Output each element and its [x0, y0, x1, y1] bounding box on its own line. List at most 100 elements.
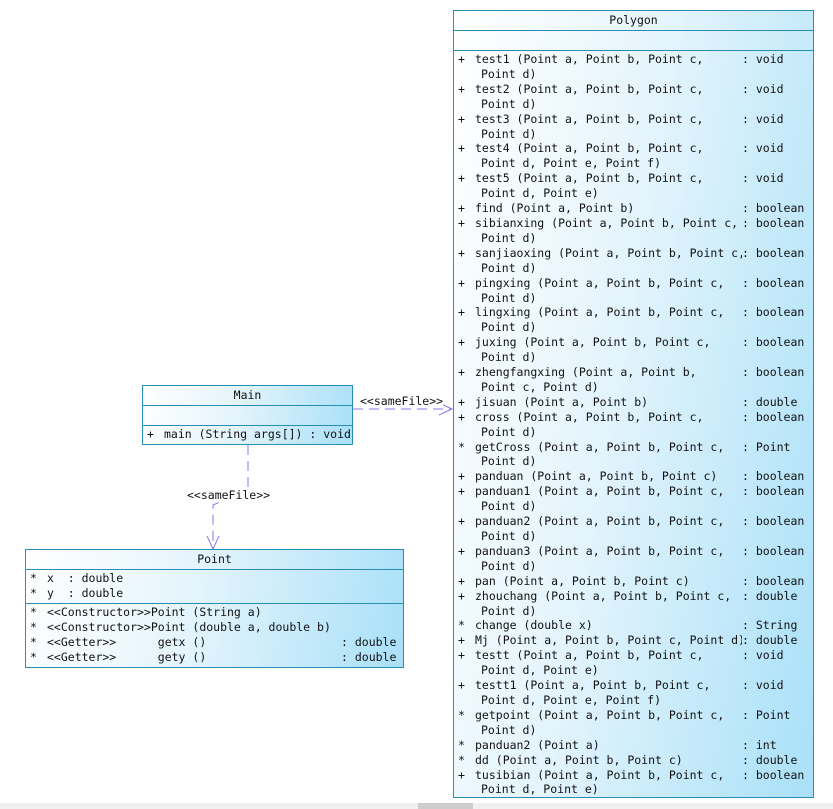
operation-row[interactable]: + test1 (Point a, Point b, Point c, Point …: [454, 52, 813, 82]
visibility-marker: *: [458, 618, 465, 633]
operation-row[interactable]: * <<Constructor>>Point (double a, double …: [26, 620, 403, 635]
return-type: : boolean: [742, 201, 805, 216]
scrollbar-thumb[interactable]: [418, 803, 473, 809]
signature-line: <<Constructor>>Point (String a): [47, 604, 262, 619]
operation-row[interactable]: + test2 (Point a, Point b, Point c, Point …: [454, 82, 813, 112]
operation-signature: zhengfangxing (Point a, Point b, Point c,…: [475, 365, 742, 395]
operation-signature: getpoint (Point a, Point b, Point c, Poin…: [475, 708, 742, 738]
operation-row[interactable]: + sanjiaoxing (Point a, Point b, Point c,…: [454, 246, 813, 276]
operation-row[interactable]: + lingxing (Point a, Point b, Point c, Poi…: [454, 305, 813, 335]
visibility-marker: *: [458, 737, 465, 752]
visibility-marker: +: [458, 81, 465, 96]
operation-row[interactable]: + find (Point a, Point b): boolean: [454, 201, 813, 216]
visibility-marker: *: [30, 585, 37, 600]
signature-line: Point d): [481, 290, 537, 305]
signature-line: <<Getter>> gety (): [47, 649, 207, 664]
return-type: : double: [742, 588, 798, 603]
operation-row[interactable]: + zhengfangxing (Point a, Point b, Point c…: [454, 365, 813, 395]
return-type: : boolean: [742, 245, 805, 260]
operation-row[interactable]: * dd (Point a, Point b, Point c): double: [454, 753, 813, 768]
operation-row[interactable]: + Mj (Point a, Point b, Point c, Point d)…: [454, 633, 813, 648]
operation-signature: panduan1 (Point a, Point b, Point c, Poin…: [475, 484, 742, 514]
class-point-title: Point: [26, 550, 403, 570]
operation-row[interactable]: + pingxing (Point a, Point b, Point c, Poi…: [454, 276, 813, 306]
class-point[interactable]: Point * x : double * y : double * <<Construc…: [25, 549, 404, 668]
return-type: : void: [742, 111, 784, 126]
return-type: : boolean: [742, 215, 805, 230]
operation-signature: test5 (Point a, Point b, Point c, Point d…: [475, 171, 742, 201]
operation-row[interactable]: + test5 (Point a, Point b, Point c, Point …: [454, 171, 813, 201]
return-type: : void: [742, 52, 784, 66]
operation-signature: cross (Point a, Point b, Point c, Point d…: [475, 410, 742, 440]
operation-signature: sanjiaoxing (Point a, Point b, Point c, P…: [475, 246, 742, 276]
operation-row[interactable]: + test3 (Point a, Point b, Point c, Point …: [454, 112, 813, 142]
visibility-marker: +: [458, 215, 465, 230]
operation-signature: pan (Point a, Point b, Point c): [475, 574, 742, 589]
operation-row[interactable]: + zhouchang (Point a, Point b, Point c, Po…: [454, 589, 813, 619]
signature-line: change (double x): [475, 618, 593, 633]
return-type: : int: [742, 737, 777, 752]
operation-row[interactable]: * getpoint (Point a, Point b, Point c, Poi…: [454, 708, 813, 738]
return-type: : Point: [742, 707, 791, 722]
operation-row[interactable]: * <<Getter>> gety (): double: [26, 650, 403, 665]
operation-row[interactable]: + testt1 (Point a, Point b, Point c, Point…: [454, 678, 813, 708]
attribute-row[interactable]: * y : double: [26, 586, 403, 601]
operation-signature: Mj (Point a, Point b, Point c, Point d): [475, 633, 742, 648]
operation-row[interactable]: * panduan2 (Point a): int: [454, 738, 813, 753]
class-main-operations: + main (String args[]) : void: [143, 426, 352, 442]
operation-row[interactable]: + jisuan (Point a, Point b): double: [454, 395, 813, 410]
signature-line: lingxing (Point a, Point b, Point c,: [475, 305, 725, 320]
signature-line: x : double: [47, 571, 124, 585]
operation-row[interactable]: + test4 (Point a, Point b, Point c, Point …: [454, 141, 813, 171]
return-type: : boolean: [742, 275, 805, 290]
return-type: : boolean: [742, 514, 805, 529]
operation-signature: find (Point a, Point b): [475, 201, 742, 216]
operation-row[interactable]: + panduan (Point a, Point b, Point c): bo…: [454, 469, 813, 484]
operation-row[interactable]: + cross (Point a, Point b, Point c, Point …: [454, 410, 813, 440]
class-main[interactable]: Main + main (String args[]) : void: [142, 385, 353, 445]
operation-row[interactable]: + panduan2 (Point a, Point b, Point c, Poi…: [454, 514, 813, 544]
operation-row[interactable]: * <<Getter>> getx (): double: [26, 635, 403, 650]
signature-line: Point d, Point e): [481, 663, 599, 678]
dependency-main-point-arrowhead: [206, 535, 220, 551]
operation-signature: getCross (Point a, Point b, Point c, Poin…: [475, 440, 742, 470]
operation-row[interactable]: + testt (Point a, Point b, Point c, Point …: [454, 648, 813, 678]
class-point-attributes: * x : double * y : double: [26, 570, 403, 604]
operation-row[interactable]: * <<Constructor>>Point (String a): [26, 605, 403, 620]
signature-line: Point d): [481, 499, 537, 514]
horizontal-scrollbar[interactable]: [0, 803, 833, 809]
operation-row[interactable]: + main (String args[]) : void: [143, 427, 352, 442]
operation-signature: pingxing (Point a, Point b, Point c, Poin…: [475, 276, 742, 306]
signature-line: find (Point a, Point b): [475, 201, 635, 216]
attribute-row[interactable]: * x : double: [26, 571, 403, 586]
operation-signature: sibianxing (Point a, Point b, Point c, Po…: [475, 216, 742, 246]
operation-row[interactable]: + tusibian (Point a, Point b, Point c, Poi…: [454, 768, 813, 798]
operation-row[interactable]: + panduan3 (Point a, Point b, Point c, Poi…: [454, 544, 813, 574]
operation-row[interactable]: * getCross (Point a, Point b, Point c, Poi…: [454, 440, 813, 470]
visibility-marker: *: [30, 619, 37, 634]
return-type: : boolean: [742, 767, 805, 782]
visibility-marker: +: [458, 543, 465, 558]
signature-line: testt1 (Point a, Point b, Point c,: [475, 678, 711, 693]
visibility-marker: *: [458, 707, 465, 722]
signature-line: Point d, Point e): [481, 186, 599, 201]
return-type: : String: [742, 618, 798, 633]
operation-signature: main (String args[]) : void: [164, 427, 352, 442]
operation-signature: zhouchang (Point a, Point b, Point c, Poi…: [475, 589, 742, 619]
signature-line: Point c, Point d): [481, 379, 599, 394]
signature-line: test2 (Point a, Point b, Point c,: [475, 81, 704, 96]
signature-line: tusibian (Point a, Point b, Point c,: [475, 767, 725, 782]
signature-line: sibianxing (Point a, Point b, Point c,: [475, 215, 739, 230]
return-type: : void: [742, 648, 784, 663]
operation-signature: testt (Point a, Point b, Point c, Point d…: [475, 648, 742, 678]
operation-row[interactable]: + panduan1 (Point a, Point b, Point c, Poi…: [454, 484, 813, 514]
operation-row[interactable]: + pan (Point a, Point b, Point c): boolea…: [454, 574, 813, 589]
operation-row[interactable]: + sibianxing (Point a, Point b, Point c, P…: [454, 216, 813, 246]
operation-signature: panduan3 (Point a, Point b, Point c, Poin…: [475, 544, 742, 574]
signature-line: Point d): [481, 603, 537, 618]
visibility-marker: +: [458, 111, 465, 126]
class-polygon[interactable]: Polygon + test1 (Point a, Point b, Point …: [453, 10, 814, 798]
visibility-marker: *: [30, 649, 37, 664]
operation-row[interactable]: * change (double x) : String: [454, 618, 813, 633]
operation-row[interactable]: + juxing (Point a, Point b, Point c, Point…: [454, 335, 813, 365]
